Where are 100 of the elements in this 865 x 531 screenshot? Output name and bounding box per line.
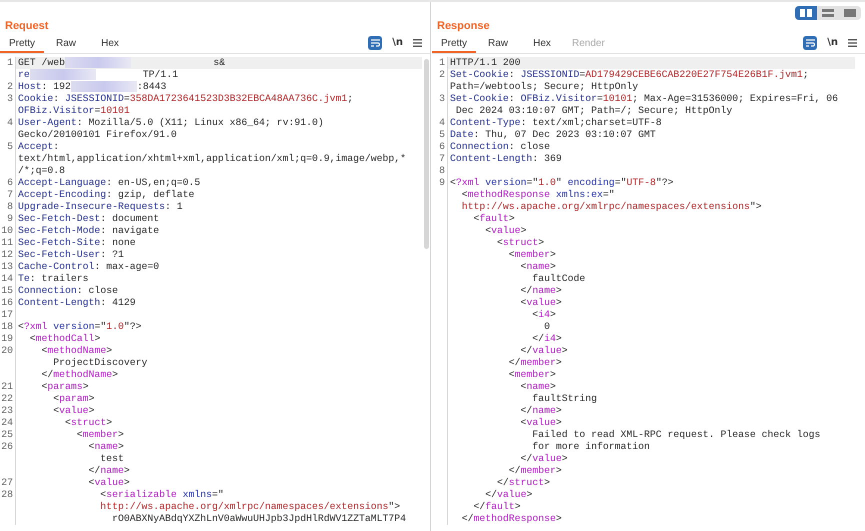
code-line: /*;q=0.8 <box>18 165 66 176</box>
menu-icon[interactable] <box>413 38 422 46</box>
line-number: 12 <box>1 249 13 260</box>
view-tab[interactable]: Raw <box>476 36 520 53</box>
code-line: <params> <box>40 381 89 392</box>
view-tab[interactable]: Hex <box>520 36 564 53</box>
panel-title: Response <box>437 18 490 34</box>
line-number: 28 <box>1 489 13 500</box>
code-line: Sec-Fetch-Dest: document <box>18 213 160 224</box>
code-line: Sec-Fetch-Site: none <box>18 237 136 248</box>
line-number: 6 <box>7 177 13 188</box>
code-line: <member> <box>508 369 556 380</box>
code-line: Content-Length: 369 <box>450 153 562 164</box>
line-number: 9 <box>7 213 13 224</box>
line-number: 4 <box>439 117 445 128</box>
code-line: </i4> <box>531 333 562 344</box>
code-line: </member> <box>508 465 562 476</box>
line-number: 3 <box>439 93 445 104</box>
code-line: </name> <box>520 285 562 296</box>
line-number: 22 <box>1 393 13 404</box>
code-line: test <box>100 453 124 464</box>
code-line: <methodResponse xmlns:ex=" <box>460 189 615 200</box>
line-number: 1 <box>439 57 445 68</box>
line-number: 21 <box>1 381 13 392</box>
layout-button[interactable] <box>795 6 817 20</box>
code-line: Connection: close <box>18 285 118 296</box>
code-line: Failed to read XML-RPC request. Please check logs <box>531 429 820 440</box>
code-line: </methodName> <box>40 369 118 380</box>
code-line: <value> <box>484 225 526 236</box>
code-line: <?xml version="1.0"?> <box>18 321 142 332</box>
line-number: 7 <box>7 189 13 200</box>
single-view-icon <box>844 9 856 17</box>
code-line: Connection: close <box>450 141 550 152</box>
code-line: </fault> <box>472 501 521 512</box>
code-line: Te: trailers <box>18 273 89 284</box>
code-line: Host: 192 :8443 <box>18 81 166 92</box>
code-line: <fault> <box>472 213 515 224</box>
line-number: 1 <box>7 57 13 68</box>
line-number: 27 <box>1 477 13 488</box>
code-line: </value> <box>520 453 568 464</box>
newline-toggle[interactable]: \n <box>392 35 403 50</box>
code-line: rO0ABXNyABdqYXZhLnV0aWwuUHJpb3JpdHlRdWV1ZZTaMLT7P4 <box>111 513 406 524</box>
code-line: Cookie: JSESSIONID=358DA1723641523D3B32EBCA48AA736C.jvm1; <box>18 93 354 104</box>
code-line: </name> <box>88 465 130 476</box>
line-number: 13 <box>1 261 13 272</box>
code-line: Gecko/20100101 Firefox/91.0 <box>18 129 177 140</box>
line-number: 7 <box>439 153 445 164</box>
line-number: 9 <box>439 177 445 188</box>
code-line: </member> <box>508 357 562 368</box>
code-line: 0 <box>543 321 550 332</box>
line-number: 2 <box>439 69 445 80</box>
code-line: </struct> <box>496 477 550 488</box>
view-tab[interactable]: Hex <box>88 36 132 53</box>
code-line: Set-Cookie: JSESSIONID=AD179429CEBE6CAB220E27F754E26B1F.jvm1; <box>450 69 809 80</box>
code-line: User-Agent: Mozilla/5.0 (X11; Linux x86_64; rv:91.0) <box>18 117 324 128</box>
code-line: <methodName> <box>40 345 112 356</box>
code-line: Upgrade-Insecure-Requests: 1 <box>18 201 183 212</box>
code-line: Accept: <box>18 141 60 152</box>
line-number: 10 <box>1 225 13 236</box>
code-line: Path=/webtools; Secure; HttpOnly <box>450 81 638 92</box>
scrollbar-thumb[interactable] <box>424 59 428 249</box>
code-line: <member> <box>508 249 556 260</box>
code-line: http://ws.apache.org/xmlrpc/namespaces/extensions"> <box>460 201 762 212</box>
line-number: 25 <box>1 429 13 440</box>
line-number: 17 <box>1 309 13 320</box>
code-line: <member> <box>76 429 124 440</box>
code-line: <?xml version="1.0" encoding="UTF-8"?> <box>450 177 674 188</box>
view-tab[interactable]: Raw <box>44 36 88 53</box>
line-number: 19 <box>1 333 13 344</box>
code-line: Date: Thu, 07 Dec 2023 03:10:07 GMT <box>450 129 656 140</box>
line-number: 18 <box>1 321 13 332</box>
code-line: GET /web s& <box>18 57 226 68</box>
rows-icon <box>822 9 834 17</box>
code-line: ProjectDiscovery <box>52 357 148 368</box>
code-line: <value> <box>520 417 562 428</box>
code-line: Content-Type: text/xml;charset=UTF-8 <box>450 117 662 128</box>
code-line: for more information <box>531 441 650 452</box>
code-line: Sec-Fetch-User: ?1 <box>18 249 124 260</box>
line-number: 20 <box>1 345 13 356</box>
word-wrap-toggle[interactable] <box>368 36 382 50</box>
code-line: </name> <box>520 405 562 416</box>
code-line: Sec-Fetch-Mode: navigate <box>18 225 160 236</box>
code-line: <param> <box>52 393 94 404</box>
code-line: <i4> <box>531 309 556 320</box>
line-number: 5 <box>7 141 13 152</box>
code-line: Set-Cookie: OFBiz.Visitor=10101; Max-Age=31536000; Expires=Fri, 06 <box>450 93 838 104</box>
line-number: 8 <box>7 201 13 212</box>
line-number: 4 <box>7 117 13 128</box>
code-line: faultCode <box>532 273 586 284</box>
code-line: <name> <box>88 441 124 452</box>
code-line: Accept-Language: en-US,en;q=0.5 <box>18 177 200 188</box>
code-line: text/html,application/xhtml+xml,application/xml;q=0.9,image/webp,* <box>18 153 406 164</box>
menu-icon[interactable] <box>848 38 857 46</box>
newline-toggle[interactable]: \n <box>827 35 838 50</box>
view-tab[interactable]: Pretty <box>432 36 476 53</box>
code-line: Cache-Control: max-age=0 <box>18 261 160 272</box>
line-number: 26 <box>1 441 13 452</box>
word-wrap-toggle[interactable] <box>803 36 818 50</box>
code-line: Accept-Encoding: gzip, deflate <box>18 189 194 200</box>
view-tab[interactable]: Pretty <box>0 36 44 53</box>
